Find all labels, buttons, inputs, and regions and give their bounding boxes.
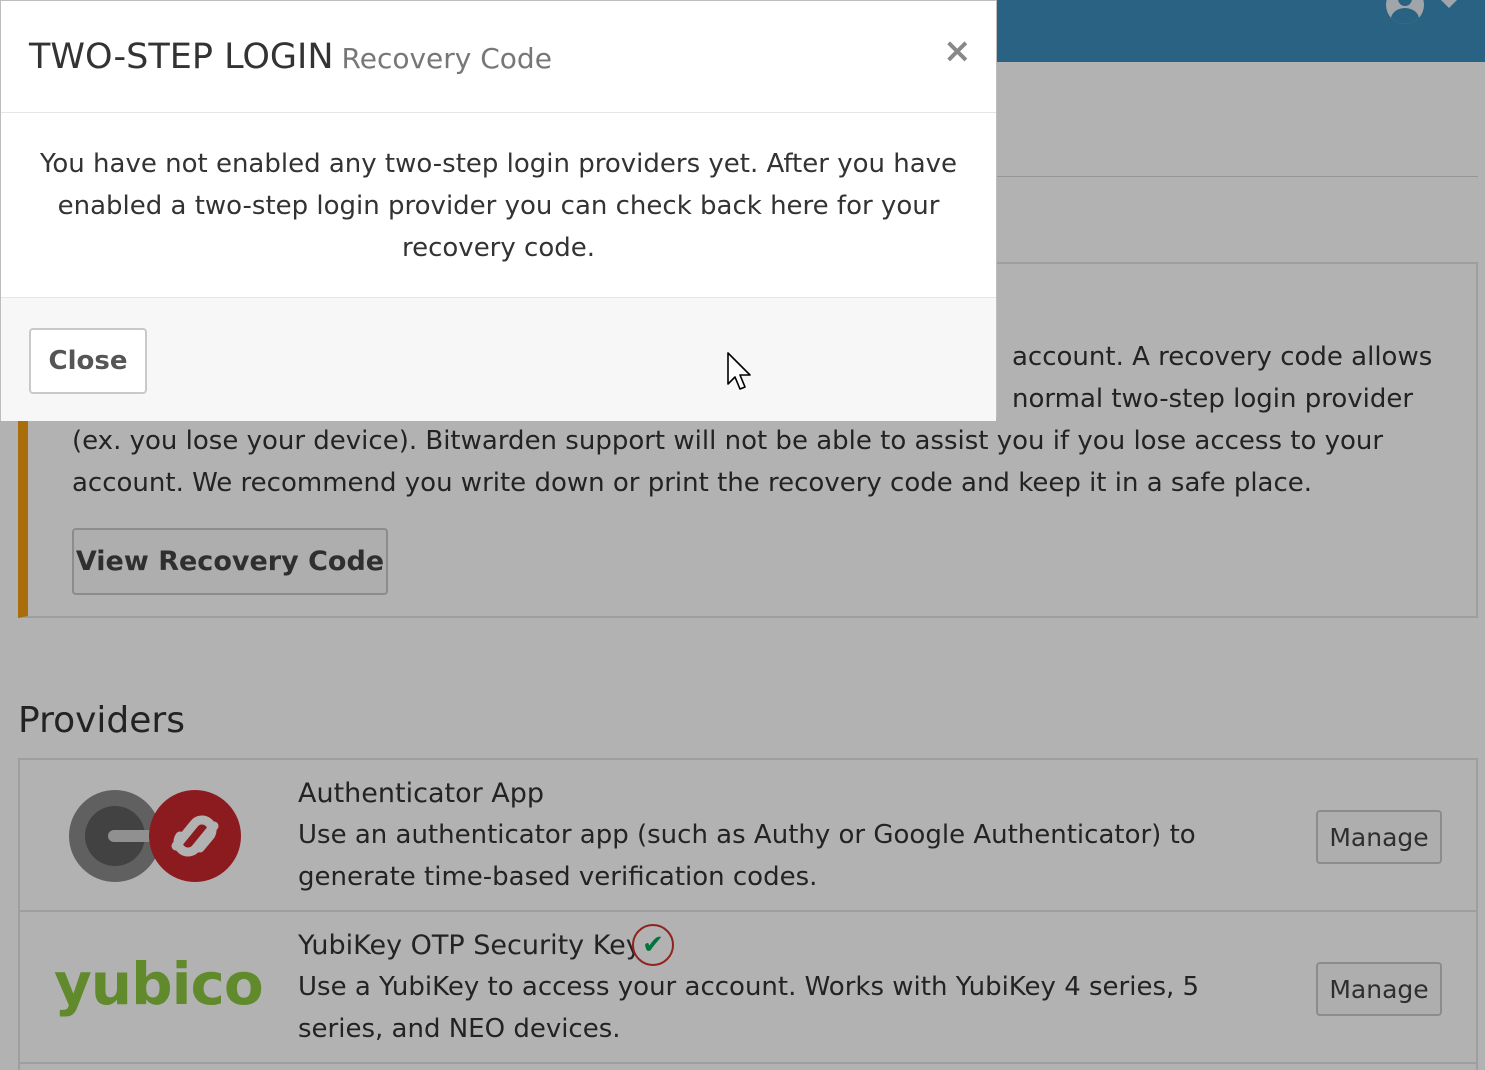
modal-body: You have not enabled any two-step login … [39,149,958,263]
modal-footer: Close [1,297,996,421]
close-button[interactable]: Close [29,328,147,394]
close-icon[interactable]: × [943,31,972,71]
modal-header: TWO-STEP LOGIN Recovery Code × [1,1,996,113]
recovery-code-modal: TWO-STEP LOGIN Recovery Code × You have n… [0,0,997,421]
modal-subtitle: Recovery Code [341,42,552,75]
mouse-pointer-icon [727,352,751,390]
modal-title: TWO-STEP LOGIN Recovery Code [29,37,552,77]
modal-title-text: TWO-STEP LOGIN [29,37,334,77]
